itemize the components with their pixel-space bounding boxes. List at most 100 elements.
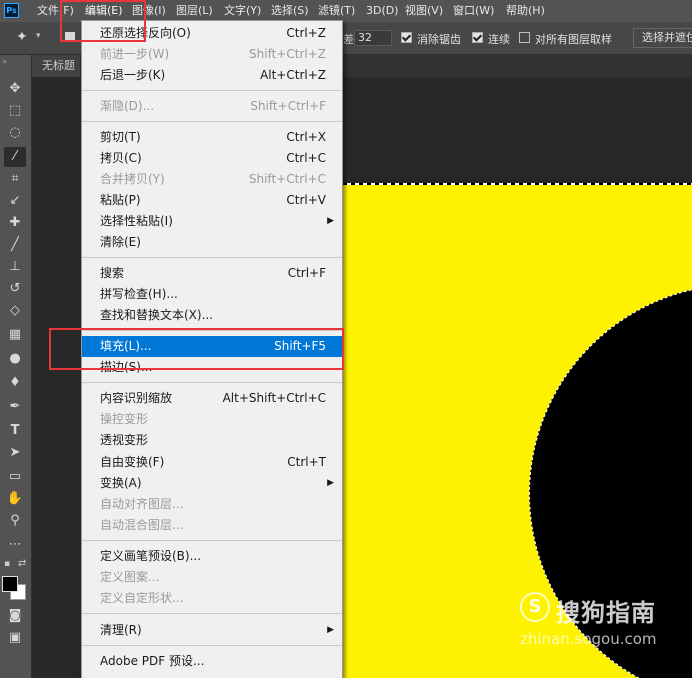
eyedropper-icon[interactable]: ↙ bbox=[4, 191, 26, 211]
menu-item-shortcut: Alt+Ctrl+Z bbox=[260, 68, 326, 82]
history-brush-icon[interactable]: ↺ bbox=[4, 279, 26, 299]
submenu-arrow-icon: ▶ bbox=[327, 478, 334, 488]
select-and-mask-button[interactable]: 选择并遮住 bbox=[633, 28, 692, 48]
menu-item-spell-check[interactable]: 拼写检查(H)... bbox=[82, 284, 342, 305]
pen-icon[interactable]: ✒ bbox=[4, 397, 26, 417]
menu-item-label: 清理(R) bbox=[100, 623, 142, 637]
menu-item-perspective-warp[interactable]: 透视变形 bbox=[82, 430, 342, 451]
menu-item-fade[interactable]: 渐隐(D)... Shift+Ctrl+F bbox=[82, 96, 342, 117]
hand-icon[interactable]: ✋ bbox=[4, 489, 26, 509]
menu-item-label: 定义图案... bbox=[100, 570, 160, 584]
menu-window[interactable]: 窗口(W) bbox=[453, 0, 494, 22]
menu-item-paste-special[interactable]: 选择性粘贴(I) ▶ bbox=[82, 211, 342, 232]
path-select-icon[interactable]: ➤ bbox=[4, 443, 26, 463]
menu-item-shortcut: Ctrl+C bbox=[286, 151, 326, 165]
edit-menu-highlight-box bbox=[60, 0, 146, 42]
menu-item-find-replace[interactable]: 查找和替换文本(X)... bbox=[82, 305, 342, 326]
menu-item-shortcut: Shift+Ctrl+F bbox=[250, 99, 326, 113]
menu-item-step-forward[interactable]: 前进一步(W) Shift+Ctrl+Z bbox=[82, 44, 342, 65]
foreground-color-swatch[interactable] bbox=[2, 576, 18, 592]
clone-stamp-icon[interactable]: ⊥ bbox=[4, 257, 26, 277]
collapse-icon[interactable]: » bbox=[2, 57, 7, 66]
menu-item-define-pattern[interactable]: 定义图案... bbox=[82, 567, 342, 588]
menu-item-define-custom-shape[interactable]: 定义自定形状... bbox=[82, 588, 342, 609]
healing-brush-icon[interactable]: ✚ bbox=[4, 213, 26, 233]
menu-item-transform[interactable]: 变换(A) ▶ bbox=[82, 473, 342, 494]
quick-mask-icon[interactable]: ◙ bbox=[4, 606, 26, 626]
gradient-icon[interactable]: ▦ bbox=[4, 325, 26, 345]
anti-alias-checkbox[interactable] bbox=[401, 32, 412, 43]
menu-type[interactable]: 文字(Y) bbox=[224, 0, 261, 22]
document-tab[interactable]: 无标题 bbox=[32, 55, 80, 77]
menu-view[interactable]: 视图(V) bbox=[405, 0, 443, 22]
menu-separator bbox=[82, 645, 342, 646]
menu-item-copy[interactable]: 拷贝(C) Ctrl+C bbox=[82, 148, 342, 169]
menu-item-label: 合并拷贝(Y) bbox=[100, 172, 165, 186]
menu-help[interactable]: 帮助(H) bbox=[506, 0, 545, 22]
menu-item-content-aware-scale[interactable]: 内容识别缩放 Alt+Shift+Ctrl+C bbox=[82, 388, 342, 409]
menu-separator bbox=[82, 540, 342, 541]
menu-item-label: Adobe PDF 预设... bbox=[100, 654, 205, 668]
anti-alias-label: 消除锯齿 bbox=[417, 33, 461, 46]
menu-item-pdf-presets[interactable]: Adobe PDF 预设... bbox=[82, 651, 342, 672]
menu-item-shortcut: Shift+Ctrl+C bbox=[248, 172, 326, 186]
menu-item-define-brush[interactable]: 定义画笔预设(B)... bbox=[82, 546, 342, 567]
menu-layer[interactable]: 图层(L) bbox=[176, 0, 213, 22]
photoshop-window: Ps 文件(F) 编辑(E) 图像(I) 图层(L) 文字(Y) 选择(S) 滤… bbox=[0, 0, 692, 678]
screen-mode-icon[interactable]: ▣ bbox=[4, 628, 26, 648]
type-icon[interactable]: T bbox=[4, 421, 26, 441]
rectangle-icon[interactable]: ▭ bbox=[4, 467, 26, 487]
fill-item-highlight-box bbox=[49, 328, 344, 370]
menu-item-shortcut: Ctrl+V bbox=[286, 193, 326, 207]
menu-item-shortcut: Ctrl+X bbox=[286, 130, 326, 144]
swap-colors-icon[interactable]: ⇄ bbox=[18, 558, 26, 569]
menu-item-purge[interactable]: 清理(R) ▶ bbox=[82, 620, 342, 641]
menu-item-label: 渐隐(D)... bbox=[100, 99, 155, 113]
menu-item-clear[interactable]: 清除(E) bbox=[82, 232, 342, 253]
menu-item-auto-blend-layers[interactable]: 自动混合图层... bbox=[82, 515, 342, 536]
menu-item-label: 后退一步(K) bbox=[100, 68, 166, 82]
menu-separator bbox=[82, 613, 342, 614]
menu-separator bbox=[82, 257, 342, 258]
magic-wand-icon[interactable]: ⁄ bbox=[4, 147, 26, 167]
menu-separator bbox=[82, 90, 342, 91]
menu-item-shortcut: Ctrl+T bbox=[287, 455, 326, 469]
menu-separator bbox=[82, 382, 342, 383]
menu-item-step-backward[interactable]: 后退一步(K) Alt+Ctrl+Z bbox=[82, 65, 342, 86]
menu-item-label: 查找和替换文本(X)... bbox=[100, 308, 214, 322]
zoom-icon[interactable]: ⚲ bbox=[4, 511, 26, 531]
sample-all-layers-checkbox[interactable] bbox=[519, 32, 530, 43]
menu-item-label: 前进一步(W) bbox=[100, 47, 170, 61]
menu-filter[interactable]: 滤镜(T) bbox=[318, 0, 355, 22]
menu-select[interactable]: 选择(S) bbox=[271, 0, 309, 22]
marquee-icon[interactable]: ⬚ bbox=[4, 101, 26, 121]
menu-item-cut[interactable]: 剪切(T) Ctrl+X bbox=[82, 127, 342, 148]
menu-item-search[interactable]: 搜索 Ctrl+F bbox=[82, 263, 342, 284]
more-icon[interactable]: ⋯ bbox=[4, 535, 26, 555]
menu-3d[interactable]: 3D(D) bbox=[366, 0, 399, 22]
watermark-url: zhinan.sogou.com bbox=[520, 630, 657, 648]
menu-item-auto-align-layers[interactable]: 自动对齐图层... bbox=[82, 494, 342, 515]
crop-icon[interactable]: ⌗ bbox=[4, 169, 26, 189]
move-icon[interactable]: ✥ bbox=[4, 79, 26, 99]
tolerance-input[interactable]: 32 bbox=[354, 30, 392, 46]
contiguous-checkbox[interactable] bbox=[472, 32, 483, 43]
menu-item-label: 定义自定形状... bbox=[100, 591, 184, 605]
menu-item-shortcut: Ctrl+F bbox=[287, 266, 326, 280]
menu-item-free-transform[interactable]: 自由变换(F) Ctrl+T bbox=[82, 452, 342, 473]
contiguous-label: 连续 bbox=[488, 33, 510, 46]
dodge-icon[interactable]: ♦ bbox=[4, 373, 26, 393]
chevron-down-icon[interactable]: ▾ bbox=[36, 31, 41, 41]
menu-item-shortcut: Ctrl+Z bbox=[286, 26, 326, 40]
submenu-arrow-icon: ▶ bbox=[327, 625, 334, 635]
lasso-icon[interactable]: ◌ bbox=[4, 123, 26, 143]
menu-item-label: 自由变换(F) bbox=[100, 455, 165, 469]
default-colors-icon[interactable]: ▪ bbox=[4, 559, 10, 569]
brush-icon[interactable]: ╱ bbox=[4, 235, 26, 255]
menu-item-puppet-warp[interactable]: 操控变形 bbox=[82, 409, 342, 430]
menu-item-copy-merged[interactable]: 合并拷贝(Y) Shift+Ctrl+C bbox=[82, 169, 342, 190]
menu-item-paste[interactable]: 粘贴(P) Ctrl+V bbox=[82, 190, 342, 211]
blur-icon[interactable]: ● bbox=[4, 349, 26, 369]
eraser-icon[interactable]: ◇ bbox=[4, 301, 26, 321]
magic-wand-icon[interactable]: ✦ bbox=[16, 29, 28, 45]
